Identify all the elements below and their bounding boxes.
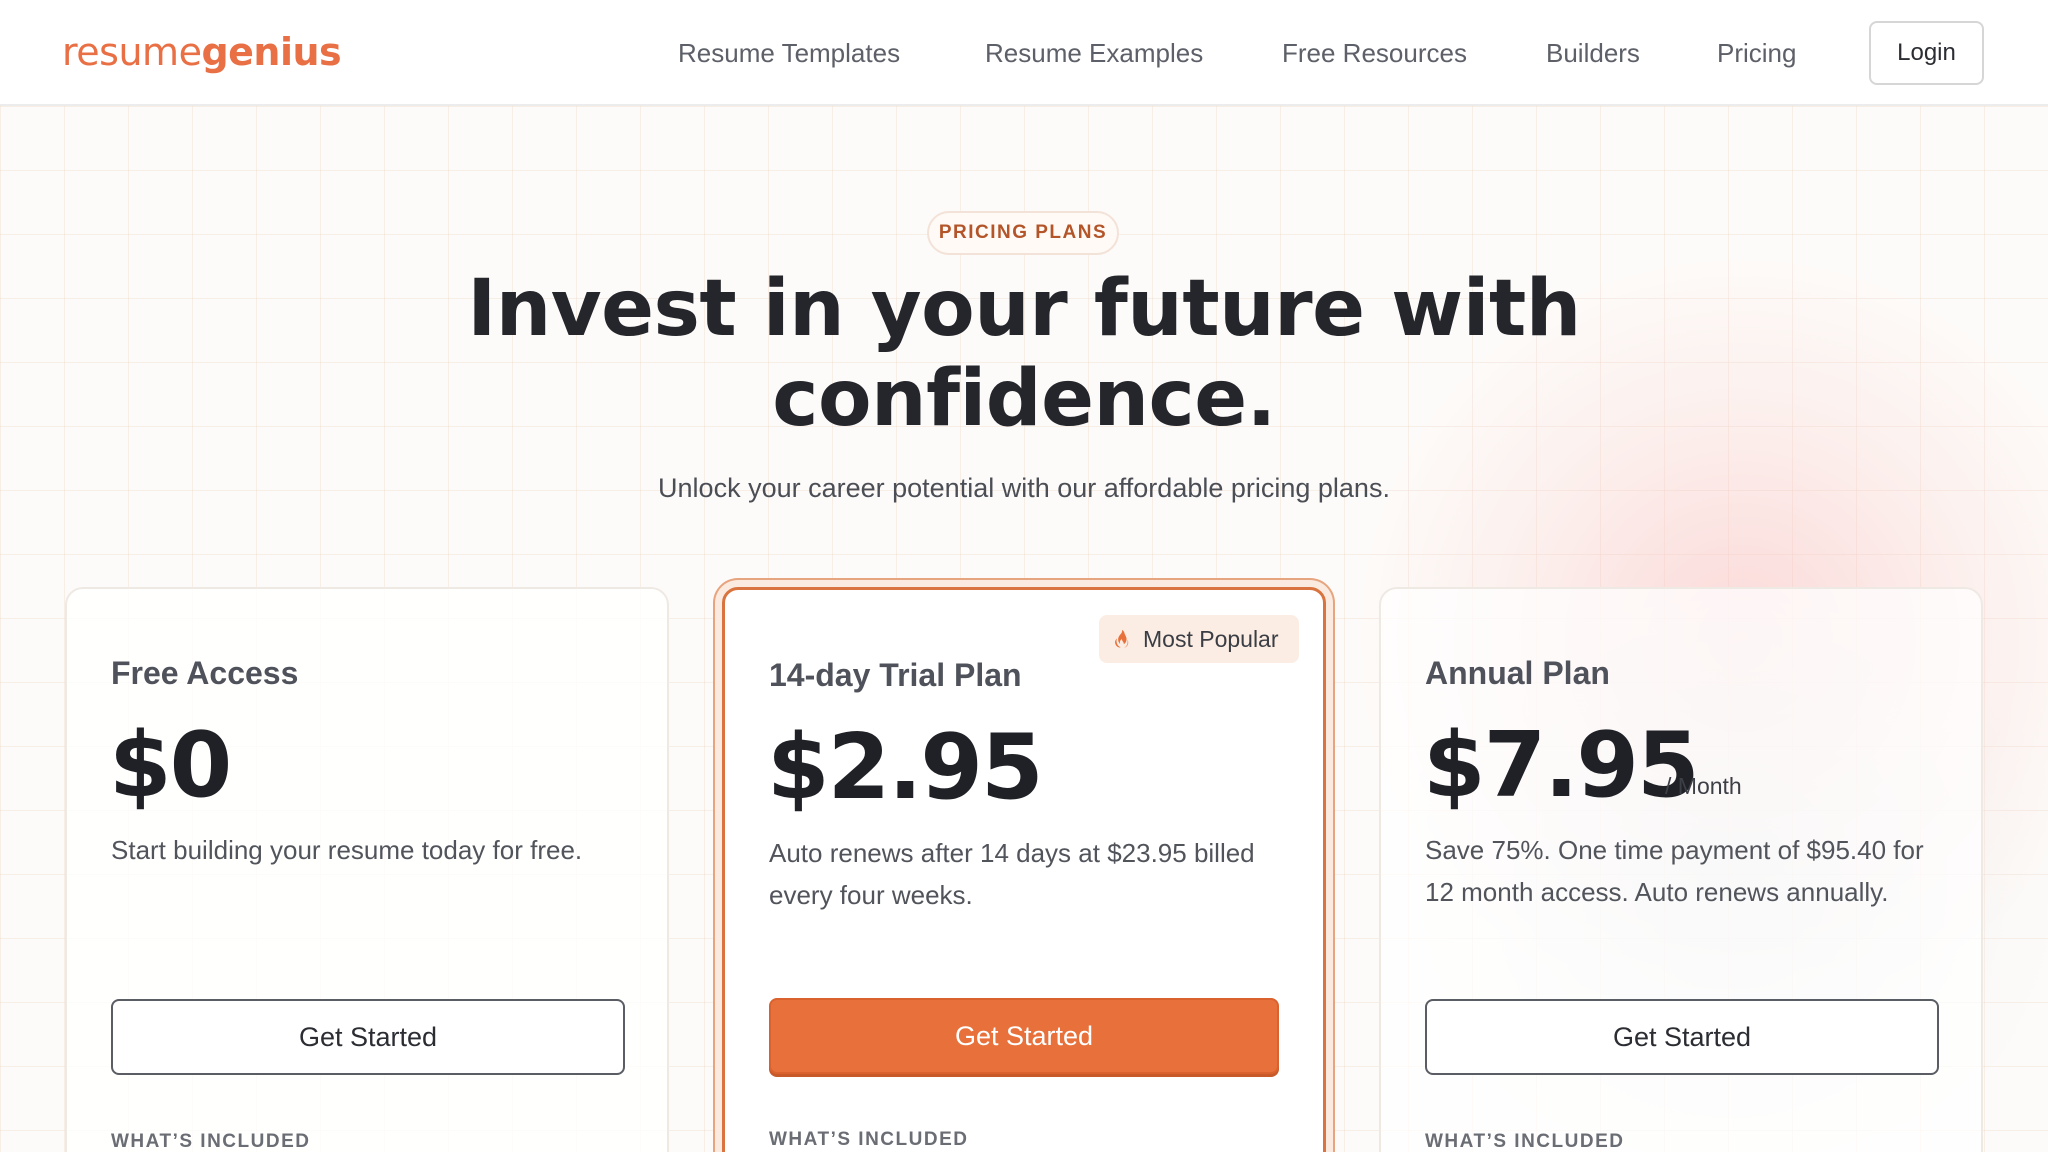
plan-price: $7.95	[1423, 713, 1700, 818]
plan-description: Save 75%. One time payment of $95.40 for…	[1425, 835, 1924, 907]
nav-resume-templates[interactable]: Resume Templates	[678, 36, 900, 70]
plan-price: $0	[109, 713, 232, 818]
fire-icon	[1115, 629, 1129, 648]
page-headline: Invest in your future with confidence.	[424, 264, 1624, 444]
plan-description: Auto renews after 14 days at $23.95 bill…	[769, 838, 1255, 910]
whats-included-label: WHAT’S INCLUDED	[111, 1131, 311, 1152]
most-popular-badge: Most Popular	[1099, 615, 1299, 663]
get-started-button-trial[interactable]: Get Started	[769, 998, 1279, 1074]
plan-price: $2.95	[767, 715, 1044, 820]
plan-name: Free Access	[111, 655, 299, 691]
headline-line-2: confidence.	[772, 354, 1276, 444]
most-popular-label: Most Popular	[1143, 625, 1279, 652]
plan-name: 14-day Trial Plan	[769, 657, 1022, 693]
login-button[interactable]: Login	[1869, 21, 1984, 85]
plan-card-annual: Annual Plan $7.95 / Month Save 75%. One …	[1379, 587, 1983, 1152]
price-unit: / Month	[1665, 773, 1742, 799]
page-subheading: Unlock your career potential with our af…	[658, 473, 1390, 503]
plan-card-trial: Most Popular 14-day Trial Plan $2.95 Aut…	[722, 587, 1326, 1152]
nav-free-resources[interactable]: Free Resources	[1282, 36, 1467, 70]
nav-pricing[interactable]: Pricing	[1717, 36, 1796, 70]
get-started-button-free[interactable]: Get Started	[111, 999, 625, 1075]
headline-line-1: Invest in your future with	[467, 264, 1581, 354]
pricing-plans-badge: PRICING PLANS	[927, 211, 1119, 255]
whats-included-label: WHAT’S INCLUDED	[769, 1129, 969, 1150]
plan-name: Annual Plan	[1425, 655, 1610, 691]
get-started-button-annual[interactable]: Get Started	[1425, 999, 1939, 1075]
whats-included-label: WHAT’S INCLUDED	[1425, 1131, 1625, 1152]
nav-resume-examples[interactable]: Resume Examples	[985, 36, 1203, 70]
pricing-page: resumegenius Resume Templates Resume Exa…	[0, 0, 2048, 1152]
plan-description: Start building your resume today for fre…	[111, 835, 583, 865]
site-header: resumegenius Resume Templates Resume Exa…	[0, 0, 2048, 106]
nav-builders[interactable]: Builders	[1546, 36, 1640, 70]
main-nav: Resume Templates Resume Examples Free Re…	[0, 0, 2048, 106]
plan-card-free: Free Access $0 Start building your resum…	[65, 587, 669, 1152]
